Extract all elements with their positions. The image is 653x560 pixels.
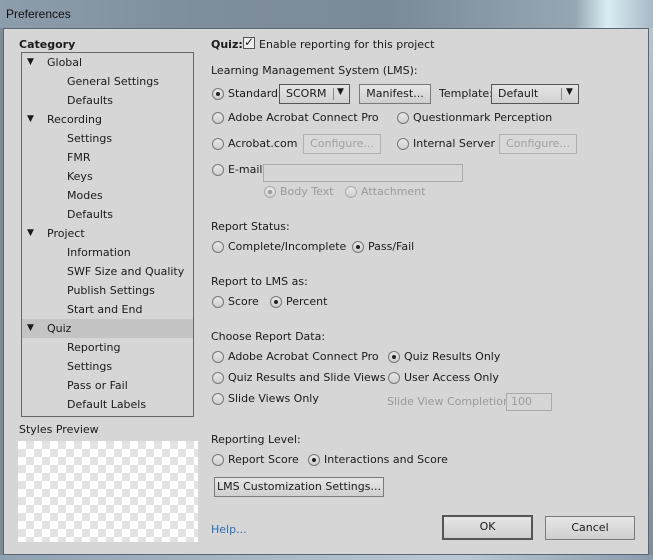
window-title: Preferences	[6, 7, 71, 21]
tree-item-general-settings[interactable]: General Settings	[22, 72, 193, 91]
template-label: Template:	[439, 87, 493, 100]
enable-reporting-checkbox[interactable]	[243, 35, 255, 49]
data-adobe-connect-label: Adobe Acrobat Connect Pro	[228, 350, 379, 363]
quiz-results-only-label: Quiz Results Only	[404, 350, 501, 363]
section-label: Quiz:	[211, 38, 243, 51]
window-border-bottom	[0, 555, 653, 560]
score-label: Score	[228, 295, 259, 308]
radio-complete-incomplete[interactable]	[212, 241, 224, 253]
interactions-and-score-label: Interactions and Score	[324, 453, 448, 466]
tree-item-quiz-settings[interactable]: Settings	[22, 357, 193, 376]
category-label: Category	[19, 38, 76, 51]
radio-adobe-connect[interactable]	[212, 112, 224, 124]
expand-arrow-icon[interactable]: ▼	[27, 319, 34, 338]
tree-item-publish-settings[interactable]: Publish Settings	[22, 281, 193, 300]
radio-quiz-results-only[interactable]	[388, 351, 400, 363]
radio-email[interactable]	[212, 164, 224, 176]
tree-item-fmr[interactable]: FMR	[22, 148, 193, 167]
radio-user-access-only[interactable]	[388, 372, 400, 384]
radio-score[interactable]	[212, 296, 224, 308]
expand-arrow-icon[interactable]: ▼	[27, 110, 34, 129]
radio-report-score[interactable]	[212, 454, 224, 466]
tree-item-recording[interactable]: ▼ Recording	[22, 110, 193, 129]
cancel-button[interactable]: Cancel	[545, 516, 635, 540]
tree-item-keys[interactable]: Keys	[22, 167, 193, 186]
radio-percent[interactable]	[270, 296, 282, 308]
tree-item-global-defaults[interactable]: Defaults	[22, 91, 193, 110]
percent-label: Percent	[286, 295, 328, 308]
chevron-down-icon: ▼	[337, 87, 344, 97]
tree-item-swf-size-quality[interactable]: SWF Size and Quality	[22, 262, 193, 281]
report-data-heading: Choose Report Data:	[211, 330, 326, 343]
radio-internal-server[interactable]	[397, 138, 409, 150]
slide-view-completion-input[interactable]: 100	[506, 393, 552, 411]
tree-item-modes[interactable]: Modes	[22, 186, 193, 205]
select-separator	[333, 88, 334, 100]
radio-data-adobe-connect[interactable]	[212, 351, 224, 363]
acrobat-com-label: Acrobat.com	[228, 137, 298, 150]
pass-fail-label: Pass/Fail	[368, 240, 415, 253]
ok-button[interactable]: OK	[442, 515, 533, 540]
configure-internal-button[interactable]: Configure...	[499, 134, 577, 154]
radio-interactions-and-score[interactable]	[308, 454, 320, 466]
quiz-results-slide-views-label: Quiz Results and Slide Views	[228, 371, 386, 384]
radio-body-text[interactable]	[264, 186, 276, 198]
attachment-label: Attachment	[361, 185, 426, 198]
report-score-label: Report Score	[228, 453, 299, 466]
styles-preview	[18, 441, 198, 542]
email-input[interactable]	[263, 164, 463, 182]
complete-incomplete-label: Complete/Incomplete	[228, 240, 347, 253]
user-access-only-label: User Access Only	[404, 371, 499, 384]
reporting-level-heading: Reporting Level:	[211, 433, 301, 446]
manifest-button[interactable]: Manifest...	[359, 84, 431, 104]
enable-reporting-label: Enable reporting for this project	[259, 38, 435, 51]
lms-heading: Learning Management System (LMS):	[211, 64, 418, 77]
tree-item-start-and-end[interactable]: Start and End	[22, 300, 193, 319]
radio-acrobat-com[interactable]	[212, 138, 224, 150]
configure-acrobat-button[interactable]: Configure...	[303, 134, 381, 154]
tree-item-recording-settings[interactable]: Settings	[22, 129, 193, 148]
template-select[interactable]: Default ▼	[491, 84, 579, 104]
tree-item-quiz[interactable]: ▼ Quiz	[22, 319, 193, 338]
radio-quiz-results-slide-views[interactable]	[212, 372, 224, 384]
tree-item-recording-defaults[interactable]: Defaults	[22, 205, 193, 224]
select-separator	[561, 88, 562, 100]
body-text-label: Body Text	[280, 185, 334, 198]
internal-server-label: Internal Server	[413, 137, 495, 150]
tree-item-reporting[interactable]: Reporting	[22, 338, 193, 357]
report-status-heading: Report Status:	[211, 220, 290, 233]
tree-item-information[interactable]: Information	[22, 243, 193, 262]
questionmark-label: Questionmark Perception	[413, 111, 553, 124]
title-bar[interactable]: Preferences	[0, 0, 653, 28]
expand-arrow-icon[interactable]: ▼	[27, 224, 34, 243]
slide-view-completion-label: Slide View Completion	[387, 395, 510, 408]
tree-item-default-labels[interactable]: Default Labels	[22, 395, 193, 414]
standard-label: Standard:	[228, 87, 282, 100]
radio-pass-fail[interactable]	[352, 241, 364, 253]
expand-arrow-icon[interactable]: ▼	[27, 53, 34, 72]
slide-views-only-label: Slide Views Only	[228, 392, 319, 405]
radio-slide-views-only[interactable]	[212, 393, 224, 405]
styles-preview-label: Styles Preview	[19, 423, 99, 436]
email-label: E-mail:	[228, 163, 267, 176]
tree-item-pass-or-fail[interactable]: Pass or Fail	[22, 376, 193, 395]
help-link[interactable]: Help...	[211, 523, 247, 536]
standard-select[interactable]: SCORM ▼	[279, 84, 350, 104]
radio-standard[interactable]	[212, 88, 224, 100]
chevron-down-icon: ▼	[566, 87, 573, 97]
category-tree: ▼ Global General Settings Defaults ▼ Recor…	[21, 52, 194, 417]
report-as-heading: Report to LMS as:	[211, 275, 308, 288]
lms-customization-button[interactable]: LMS Customization Settings...	[214, 477, 384, 497]
tree-item-global[interactable]: ▼ Global	[22, 53, 193, 72]
window-border-right	[649, 28, 653, 555]
tree-item-project[interactable]: ▼ Project	[22, 224, 193, 243]
adobe-connect-label: Adobe Acrobat Connect Pro	[228, 111, 379, 124]
radio-questionmark[interactable]	[397, 112, 409, 124]
radio-attachment[interactable]	[345, 186, 357, 198]
